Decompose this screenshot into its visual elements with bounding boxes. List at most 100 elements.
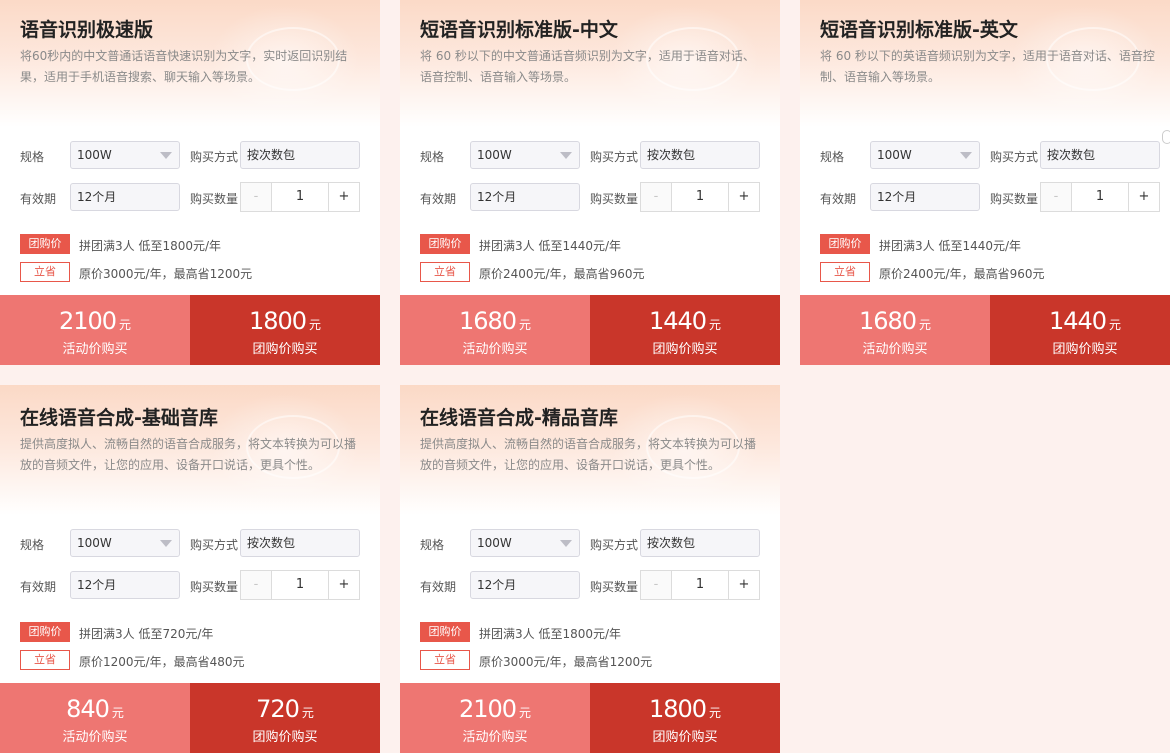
spec-select[interactable]: 100W (70, 529, 180, 557)
spec-label: 规格 (820, 150, 845, 164)
quantity-input[interactable]: 1 (1071, 183, 1129, 211)
original-price-info: 原价1200元/年，最高省480元 (79, 655, 245, 669)
buy-qty-label: 购买数量 (190, 192, 239, 206)
product-card: 语音识别极速版 将60秒内的中文普通话语音快速识别为文字，实时返回识别结果，适用… (0, 0, 380, 365)
quantity-input[interactable]: 1 (671, 571, 729, 599)
group-buy-button[interactable]: 720 元 团购价购买 (190, 683, 380, 753)
group-price: 720 元 (190, 695, 380, 727)
buy-method-label: 购买方式 (990, 150, 1039, 164)
buy-method-field[interactable]: 按次数包 (240, 141, 360, 169)
increment-button[interactable]: + (1128, 183, 1159, 211)
increment-button[interactable]: + (728, 183, 759, 211)
increment-button[interactable]: + (728, 571, 759, 599)
spec-select[interactable]: 100W (470, 141, 580, 169)
buy-method-field[interactable]: 按次数包 (240, 529, 360, 557)
group-price-tag: 团购价 (20, 234, 70, 254)
spec-select[interactable]: 100W (70, 141, 180, 169)
group-price: 1440 元 (990, 307, 1170, 339)
buy-method-field[interactable]: 按次数包 (640, 141, 760, 169)
promo-price-value: 1680 (858, 307, 917, 335)
validity-field[interactable]: 12个月 (870, 183, 980, 211)
card-title: 在线语音合成-精品音库 (420, 407, 618, 429)
promo-price-value: 1680 (458, 307, 517, 335)
promo-buy-button[interactable]: 2100 元 活动价购买 (400, 683, 590, 753)
spec-label: 规格 (420, 538, 445, 552)
group-price-info: 拼团满3人 低至720元/年 (79, 627, 214, 641)
buy-method-field[interactable]: 按次数包 (1040, 141, 1160, 169)
group-buy-button[interactable]: 1800 元 团购价购买 (190, 295, 380, 365)
group-price: 1800 元 (190, 307, 380, 339)
decrement-button[interactable]: - (641, 183, 672, 211)
group-buy-button[interactable]: 1440 元 团购价购买 (990, 295, 1170, 365)
quantity-input[interactable]: 1 (671, 183, 729, 211)
product-card: 短语音识别标准版-英文 将 60 秒以下的英语音频识别为文字，适用于语音对话、语… (800, 0, 1170, 365)
card-description: 将 60 秒以下的英语音频识别为文字，适用于语音对话、语音控制、语音输入等场景。 (820, 49, 1155, 84)
spec-select[interactable]: 100W (470, 529, 580, 557)
increment-button[interactable]: + (328, 183, 359, 211)
validity-field[interactable]: 12个月 (70, 571, 180, 599)
buy-method-label: 购买方式 (190, 150, 239, 164)
increment-button[interactable]: + (328, 571, 359, 599)
buy-method-label: 购买方式 (590, 150, 639, 164)
validity-value: 12个月 (77, 190, 117, 204)
promo-buy-button[interactable]: 840 元 活动价购买 (0, 683, 190, 753)
buy-method-field[interactable]: 按次数包 (640, 529, 760, 557)
group-buy-label: 团购价购买 (252, 342, 318, 357)
group-buy-label: 团购价购买 (652, 342, 718, 357)
validity-value: 12个月 (77, 578, 117, 592)
validity-field[interactable]: 12个月 (70, 183, 180, 211)
group-buy-label: 团购价购买 (652, 730, 718, 745)
chevron-down-icon (960, 152, 972, 159)
currency-unit: 元 (301, 706, 314, 720)
quantity-input[interactable]: 1 (271, 571, 329, 599)
group-buy-button[interactable]: 1440 元 团购价购买 (590, 295, 780, 365)
quantity-stepper: - 1 + (240, 182, 360, 212)
validity-label: 有效期 (420, 580, 457, 594)
card-description: 提供高度拟人、流畅自然的语音合成服务，将文本转换为可以播放的音频文件，让您的应用… (420, 437, 757, 472)
chevron-down-icon (160, 540, 172, 547)
validity-field[interactable]: 12个月 (470, 571, 580, 599)
group-price: 1440 元 (590, 307, 780, 339)
save-tag: 立省 (420, 262, 470, 282)
decrement-button[interactable]: - (241, 183, 272, 211)
group-buy-label: 团购价购买 (1052, 342, 1118, 357)
decrement-button[interactable]: - (241, 571, 272, 599)
promo-price-value: 2100 (458, 695, 517, 723)
group-price-info: 拼团满3人 低至1440元/年 (479, 239, 622, 253)
validity-label: 有效期 (420, 192, 457, 206)
decrement-button[interactable]: - (1041, 183, 1072, 211)
quantity-stepper: - 1 + (240, 570, 360, 600)
group-price-info: 拼团满3人 低至1440元/年 (879, 239, 1022, 253)
group-price-tag: 团购价 (420, 234, 470, 254)
spec-select[interactable]: 100W (870, 141, 980, 169)
promo-price: 1680 元 (400, 307, 590, 339)
spec-value: 100W (877, 148, 912, 162)
spec-value: 100W (477, 148, 512, 162)
card-title: 语音识别极速版 (20, 19, 154, 41)
quantity-input[interactable]: 1 (271, 183, 329, 211)
validity-field[interactable]: 12个月 (470, 183, 580, 211)
promo-price: 2100 元 (0, 307, 190, 339)
spec-value: 100W (477, 536, 512, 550)
validity-label: 有效期 (20, 192, 57, 206)
product-card: 在线语音合成-精品音库 提供高度拟人、流畅自然的语音合成服务，将文本转换为可以播… (400, 385, 780, 753)
validity-label: 有效期 (820, 192, 857, 206)
buy-method-value: 按次数包 (647, 536, 696, 550)
spec-value: 100W (77, 148, 112, 162)
promo-buy-button[interactable]: 2100 元 活动价购买 (0, 295, 190, 365)
promo-buy-button[interactable]: 1680 元 活动价购买 (800, 295, 990, 365)
currency-unit: 元 (709, 706, 722, 720)
currency-unit: 元 (519, 706, 532, 720)
original-price-info: 原价3000元/年，最高省1200元 (479, 655, 653, 669)
group-buy-button[interactable]: 1800 元 团购价购买 (590, 683, 780, 753)
scroll-handle[interactable] (1162, 130, 1170, 144)
card-description: 将60秒内的中文普通话语音快速识别为文字，实时返回识别结果，适用于手机语音搜索、… (20, 49, 348, 84)
chevron-down-icon (560, 152, 572, 159)
currency-unit: 元 (111, 706, 124, 720)
decrement-button[interactable]: - (641, 571, 672, 599)
promo-price-value: 840 (66, 695, 110, 723)
original-price-info: 原价2400元/年，最高省960元 (879, 267, 1045, 281)
currency-unit: 元 (309, 318, 322, 332)
promo-buy-button[interactable]: 1680 元 活动价购买 (400, 295, 590, 365)
currency-unit: 元 (119, 318, 132, 332)
